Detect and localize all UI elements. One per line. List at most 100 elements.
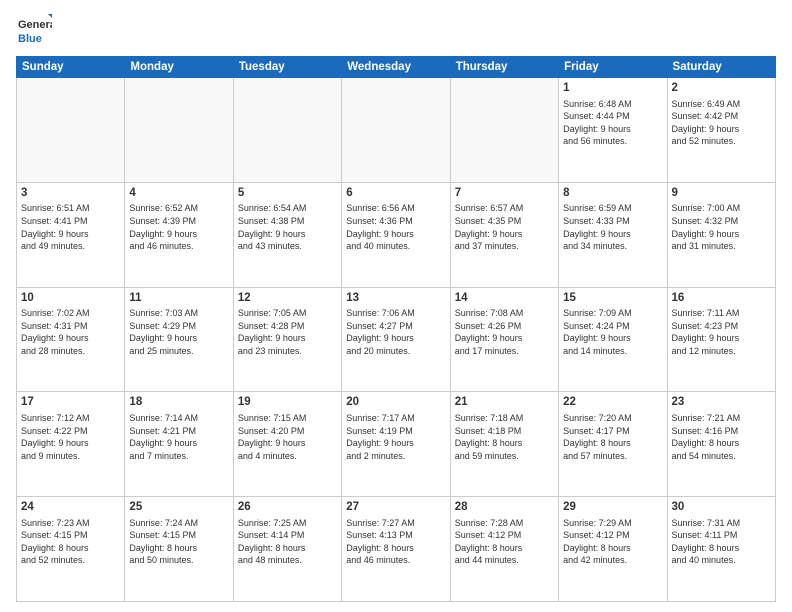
week-row-1: 3Sunrise: 6:51 AM Sunset: 4:41 PM Daylig… bbox=[17, 182, 776, 287]
day-number: 11 bbox=[129, 291, 228, 307]
day-cell: 23Sunrise: 7:21 AM Sunset: 4:16 PM Dayli… bbox=[667, 392, 775, 497]
day-info: Sunrise: 7:24 AM Sunset: 4:15 PM Dayligh… bbox=[129, 517, 228, 567]
day-cell: 15Sunrise: 7:09 AM Sunset: 4:24 PM Dayli… bbox=[559, 287, 667, 392]
day-info: Sunrise: 7:29 AM Sunset: 4:12 PM Dayligh… bbox=[563, 517, 662, 567]
day-cell: 22Sunrise: 7:20 AM Sunset: 4:17 PM Dayli… bbox=[559, 392, 667, 497]
day-info: Sunrise: 6:48 AM Sunset: 4:44 PM Dayligh… bbox=[563, 98, 662, 148]
day-number: 13 bbox=[346, 291, 445, 307]
day-info: Sunrise: 6:59 AM Sunset: 4:33 PM Dayligh… bbox=[563, 202, 662, 252]
header-cell-sunday: Sunday bbox=[17, 57, 125, 78]
day-number: 22 bbox=[563, 395, 662, 411]
day-number: 16 bbox=[672, 291, 771, 307]
day-cell bbox=[233, 78, 341, 183]
day-info: Sunrise: 7:12 AM Sunset: 4:22 PM Dayligh… bbox=[21, 412, 120, 462]
day-info: Sunrise: 7:15 AM Sunset: 4:20 PM Dayligh… bbox=[238, 412, 337, 462]
day-info: Sunrise: 7:00 AM Sunset: 4:32 PM Dayligh… bbox=[672, 202, 771, 252]
week-row-0: 1Sunrise: 6:48 AM Sunset: 4:44 PM Daylig… bbox=[17, 78, 776, 183]
day-number: 25 bbox=[129, 500, 228, 516]
day-info: Sunrise: 7:31 AM Sunset: 4:11 PM Dayligh… bbox=[672, 517, 771, 567]
day-number: 8 bbox=[563, 186, 662, 202]
day-cell bbox=[125, 78, 233, 183]
header-cell-wednesday: Wednesday bbox=[342, 57, 450, 78]
day-number: 21 bbox=[455, 395, 554, 411]
day-cell: 12Sunrise: 7:05 AM Sunset: 4:28 PM Dayli… bbox=[233, 287, 341, 392]
day-info: Sunrise: 7:08 AM Sunset: 4:26 PM Dayligh… bbox=[455, 307, 554, 357]
day-number: 29 bbox=[563, 500, 662, 516]
week-row-3: 17Sunrise: 7:12 AM Sunset: 4:22 PM Dayli… bbox=[17, 392, 776, 497]
day-number: 3 bbox=[21, 186, 120, 202]
day-info: Sunrise: 7:23 AM Sunset: 4:15 PM Dayligh… bbox=[21, 517, 120, 567]
day-cell bbox=[450, 78, 558, 183]
day-number: 10 bbox=[21, 291, 120, 307]
page-header: General Blue bbox=[16, 12, 776, 48]
logo: General Blue bbox=[16, 12, 52, 48]
calendar-header: SundayMondayTuesdayWednesdayThursdayFrid… bbox=[17, 57, 776, 78]
day-number: 7 bbox=[455, 186, 554, 202]
day-number: 2 bbox=[672, 81, 771, 97]
day-cell bbox=[342, 78, 450, 183]
day-number: 1 bbox=[563, 81, 662, 97]
day-cell: 17Sunrise: 7:12 AM Sunset: 4:22 PM Dayli… bbox=[17, 392, 125, 497]
calendar-body: 1Sunrise: 6:48 AM Sunset: 4:44 PM Daylig… bbox=[17, 78, 776, 602]
day-cell: 9Sunrise: 7:00 AM Sunset: 4:32 PM Daylig… bbox=[667, 182, 775, 287]
day-info: Sunrise: 7:17 AM Sunset: 4:19 PM Dayligh… bbox=[346, 412, 445, 462]
day-info: Sunrise: 6:54 AM Sunset: 4:38 PM Dayligh… bbox=[238, 202, 337, 252]
day-number: 17 bbox=[21, 395, 120, 411]
day-cell: 26Sunrise: 7:25 AM Sunset: 4:14 PM Dayli… bbox=[233, 497, 341, 602]
week-row-4: 24Sunrise: 7:23 AM Sunset: 4:15 PM Dayli… bbox=[17, 497, 776, 602]
day-cell: 3Sunrise: 6:51 AM Sunset: 4:41 PM Daylig… bbox=[17, 182, 125, 287]
day-number: 20 bbox=[346, 395, 445, 411]
day-cell: 30Sunrise: 7:31 AM Sunset: 4:11 PM Dayli… bbox=[667, 497, 775, 602]
svg-text:General: General bbox=[18, 19, 52, 31]
calendar: SundayMondayTuesdayWednesdayThursdayFrid… bbox=[16, 56, 776, 602]
day-info: Sunrise: 7:18 AM Sunset: 4:18 PM Dayligh… bbox=[455, 412, 554, 462]
day-cell: 10Sunrise: 7:02 AM Sunset: 4:31 PM Dayli… bbox=[17, 287, 125, 392]
day-cell: 25Sunrise: 7:24 AM Sunset: 4:15 PM Dayli… bbox=[125, 497, 233, 602]
day-info: Sunrise: 7:28 AM Sunset: 4:12 PM Dayligh… bbox=[455, 517, 554, 567]
day-info: Sunrise: 7:06 AM Sunset: 4:27 PM Dayligh… bbox=[346, 307, 445, 357]
day-info: Sunrise: 6:57 AM Sunset: 4:35 PM Dayligh… bbox=[455, 202, 554, 252]
day-number: 4 bbox=[129, 186, 228, 202]
day-cell: 24Sunrise: 7:23 AM Sunset: 4:15 PM Dayli… bbox=[17, 497, 125, 602]
day-number: 6 bbox=[346, 186, 445, 202]
day-cell: 5Sunrise: 6:54 AM Sunset: 4:38 PM Daylig… bbox=[233, 182, 341, 287]
day-info: Sunrise: 7:20 AM Sunset: 4:17 PM Dayligh… bbox=[563, 412, 662, 462]
svg-text:Blue: Blue bbox=[18, 33, 42, 45]
header-cell-monday: Monday bbox=[125, 57, 233, 78]
day-info: Sunrise: 7:25 AM Sunset: 4:14 PM Dayligh… bbox=[238, 517, 337, 567]
day-cell: 28Sunrise: 7:28 AM Sunset: 4:12 PM Dayli… bbox=[450, 497, 558, 602]
day-cell: 21Sunrise: 7:18 AM Sunset: 4:18 PM Dayli… bbox=[450, 392, 558, 497]
day-cell: 6Sunrise: 6:56 AM Sunset: 4:36 PM Daylig… bbox=[342, 182, 450, 287]
day-cell: 4Sunrise: 6:52 AM Sunset: 4:39 PM Daylig… bbox=[125, 182, 233, 287]
day-cell: 20Sunrise: 7:17 AM Sunset: 4:19 PM Dayli… bbox=[342, 392, 450, 497]
day-cell: 29Sunrise: 7:29 AM Sunset: 4:12 PM Dayli… bbox=[559, 497, 667, 602]
day-cell: 7Sunrise: 6:57 AM Sunset: 4:35 PM Daylig… bbox=[450, 182, 558, 287]
day-number: 27 bbox=[346, 500, 445, 516]
day-number: 15 bbox=[563, 291, 662, 307]
day-number: 12 bbox=[238, 291, 337, 307]
day-cell: 13Sunrise: 7:06 AM Sunset: 4:27 PM Dayli… bbox=[342, 287, 450, 392]
header-cell-tuesday: Tuesday bbox=[233, 57, 341, 78]
day-info: Sunrise: 6:51 AM Sunset: 4:41 PM Dayligh… bbox=[21, 202, 120, 252]
day-info: Sunrise: 7:21 AM Sunset: 4:16 PM Dayligh… bbox=[672, 412, 771, 462]
day-number: 23 bbox=[672, 395, 771, 411]
day-cell bbox=[17, 78, 125, 183]
day-number: 26 bbox=[238, 500, 337, 516]
day-cell: 14Sunrise: 7:08 AM Sunset: 4:26 PM Dayli… bbox=[450, 287, 558, 392]
day-number: 9 bbox=[672, 186, 771, 202]
header-cell-saturday: Saturday bbox=[667, 57, 775, 78]
day-cell: 18Sunrise: 7:14 AM Sunset: 4:21 PM Dayli… bbox=[125, 392, 233, 497]
day-info: Sunrise: 7:09 AM Sunset: 4:24 PM Dayligh… bbox=[563, 307, 662, 357]
day-number: 28 bbox=[455, 500, 554, 516]
logo-svg: General Blue bbox=[16, 12, 52, 48]
day-info: Sunrise: 7:02 AM Sunset: 4:31 PM Dayligh… bbox=[21, 307, 120, 357]
day-cell: 11Sunrise: 7:03 AM Sunset: 4:29 PM Dayli… bbox=[125, 287, 233, 392]
day-info: Sunrise: 6:49 AM Sunset: 4:42 PM Dayligh… bbox=[672, 98, 771, 148]
day-info: Sunrise: 7:03 AM Sunset: 4:29 PM Dayligh… bbox=[129, 307, 228, 357]
day-cell: 2Sunrise: 6:49 AM Sunset: 4:42 PM Daylig… bbox=[667, 78, 775, 183]
day-number: 14 bbox=[455, 291, 554, 307]
day-cell: 8Sunrise: 6:59 AM Sunset: 4:33 PM Daylig… bbox=[559, 182, 667, 287]
header-cell-friday: Friday bbox=[559, 57, 667, 78]
day-number: 24 bbox=[21, 500, 120, 516]
day-info: Sunrise: 7:27 AM Sunset: 4:13 PM Dayligh… bbox=[346, 517, 445, 567]
